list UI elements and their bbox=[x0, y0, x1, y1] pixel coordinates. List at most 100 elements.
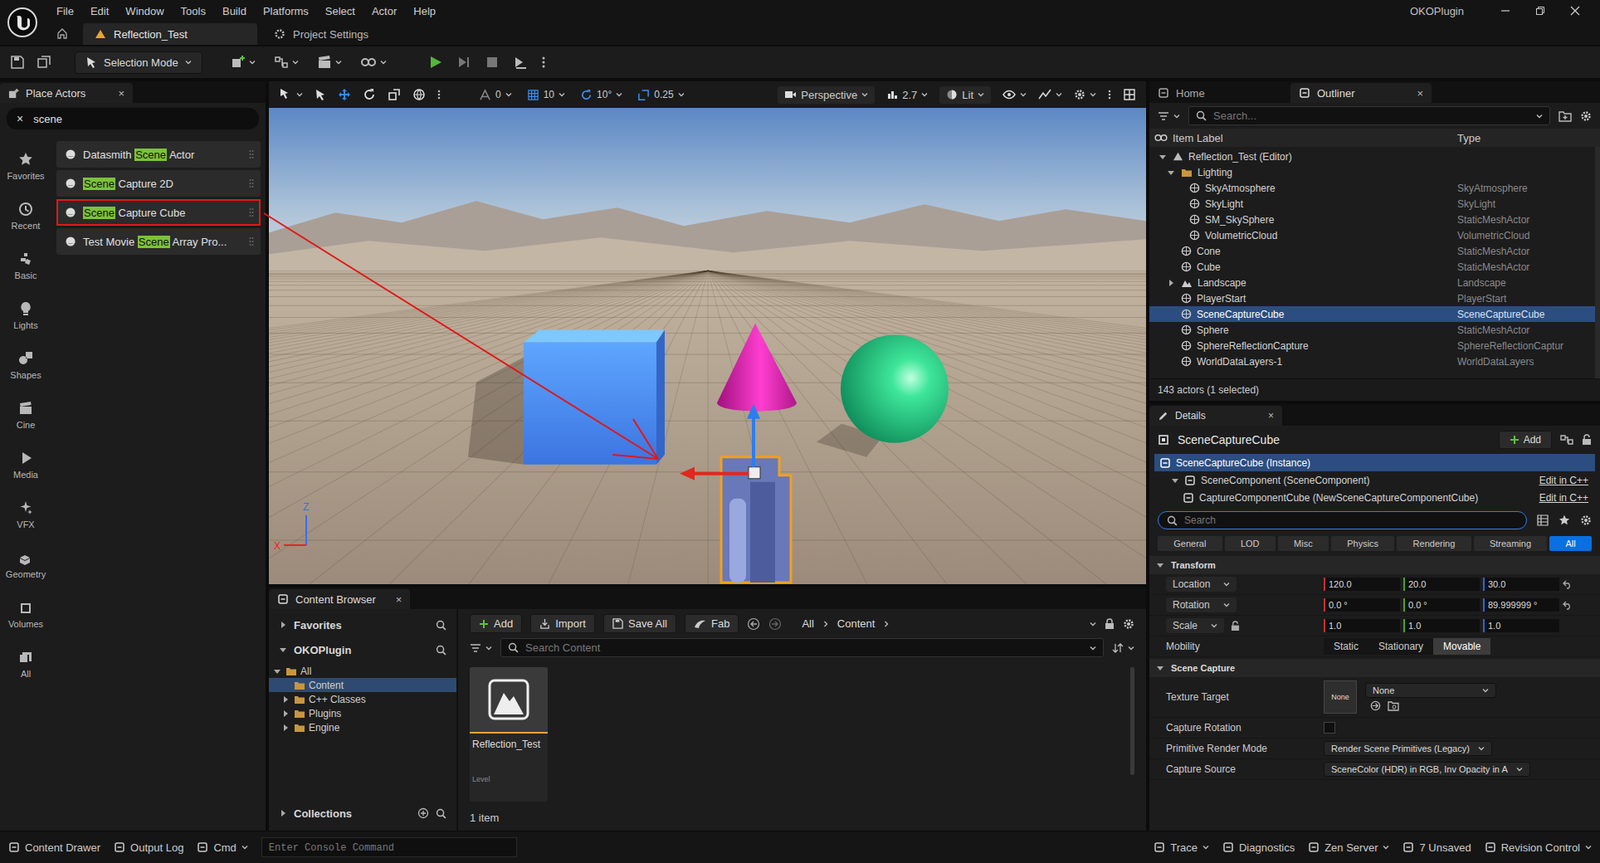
column-header[interactable]: Item Label bbox=[1172, 131, 1224, 145]
collapsed-arrow-icon[interactable] bbox=[278, 620, 288, 630]
category-item[interactable]: Recent bbox=[11, 190, 41, 241]
drag-handle-icon[interactable] bbox=[248, 235, 254, 248]
outliner-row[interactable]: SkyAtmosphere SkyAtmosphere bbox=[1149, 180, 1596, 196]
add-actor-icon[interactable] bbox=[230, 54, 246, 70]
reset-icon[interactable] bbox=[1562, 600, 1573, 610]
menu-item[interactable]: Edit bbox=[82, 2, 118, 20]
more-icon[interactable] bbox=[541, 54, 547, 70]
drag-handle-icon[interactable] bbox=[248, 206, 254, 219]
number-field[interactable]: 20.0 bbox=[1403, 577, 1480, 591]
visibility-icon[interactable] bbox=[1154, 133, 1168, 142]
clear-search-button[interactable]: × bbox=[16, 112, 24, 126]
filter-tab[interactable]: Physics bbox=[1331, 536, 1395, 552]
close-button[interactable]: × bbox=[1254, 409, 1274, 422]
category-item[interactable]: Cine bbox=[16, 390, 36, 440]
add-button[interactable]: Add bbox=[469, 614, 522, 634]
menu-item[interactable]: Build bbox=[214, 2, 255, 20]
browse-icon[interactable] bbox=[36, 54, 52, 70]
status-item[interactable]: Output Log bbox=[113, 841, 184, 854]
checkbox[interactable] bbox=[1323, 721, 1336, 734]
status-item[interactable]: Revision Control bbox=[1484, 841, 1592, 854]
expanded-arrow-icon[interactable] bbox=[1156, 663, 1165, 673]
number-field[interactable]: 1.0 bbox=[1482, 619, 1560, 633]
folder-tree-item[interactable]: All bbox=[268, 663, 457, 679]
browse-asset-icon[interactable] bbox=[1387, 700, 1400, 712]
section-header[interactable]: Transform bbox=[1149, 556, 1600, 575]
sphere[interactable] bbox=[840, 334, 949, 443]
outliner-row[interactable]: SphereReflectionCapture SphereReflection… bbox=[1149, 337, 1596, 354]
forward-icon[interactable] bbox=[768, 617, 782, 631]
mobility-option[interactable]: Movable bbox=[1433, 638, 1491, 655]
number-field[interactable]: 89.999999 ° bbox=[1482, 598, 1560, 612]
scale-snap-toggle[interactable]: 0.25 bbox=[637, 88, 684, 102]
panel-tab[interactable]: Content Browser × bbox=[268, 589, 410, 610]
transform-space-dropdown[interactable]: Scale bbox=[1165, 618, 1225, 634]
component-row[interactable]: SceneComponent (SceneComponent) Edit in … bbox=[1154, 471, 1596, 489]
expanded-arrow-icon[interactable] bbox=[1170, 476, 1180, 485]
outliner-row[interactable]: WorldDataLayers-1 WorldDataLayers bbox=[1149, 353, 1596, 370]
world-icon[interactable] bbox=[412, 87, 426, 102]
cinematics-icon[interactable] bbox=[317, 54, 332, 70]
filter-icon[interactable] bbox=[1157, 111, 1170, 122]
cube[interactable] bbox=[523, 329, 665, 464]
expanded-arrow-icon[interactable] bbox=[273, 667, 282, 676]
close-button[interactable]: × bbox=[1403, 87, 1424, 100]
edit-in-cpp-link[interactable]: Edit in C++ bbox=[1539, 492, 1596, 504]
outliner-search-field[interactable]: Search... bbox=[1188, 106, 1551, 126]
scene-capture-actor[interactable] bbox=[721, 457, 791, 583]
close-icon[interactable] bbox=[1570, 5, 1581, 16]
collapsed-arrow-icon[interactable] bbox=[281, 723, 290, 732]
view-mode-dropdown[interactable]: Perspective bbox=[777, 86, 875, 104]
performance-dropdown[interactable] bbox=[1038, 88, 1063, 101]
collapsed-arrow-icon[interactable] bbox=[281, 709, 290, 718]
menu-item[interactable]: Select bbox=[317, 2, 364, 20]
filter-icon[interactable] bbox=[469, 643, 482, 654]
transform-tools-icon[interactable] bbox=[278, 87, 293, 102]
category-item[interactable]: Geometry bbox=[5, 539, 46, 590]
blueprint-icon[interactable] bbox=[1560, 434, 1574, 446]
more-icon[interactable] bbox=[437, 88, 441, 101]
folder-tree-item[interactable]: Plugins bbox=[268, 706, 457, 721]
expanded-arrow-icon[interactable] bbox=[1158, 152, 1167, 161]
selection-mode-dropdown[interactable]: Selection Mode bbox=[74, 51, 203, 74]
blueprint-icon[interactable] bbox=[273, 54, 289, 70]
step-icon[interactable] bbox=[456, 54, 472, 70]
details-search-field[interactable]: Search bbox=[1157, 511, 1527, 530]
actor-result[interactable]: Test Movie Scene Array Pro... bbox=[56, 228, 261, 255]
texture-dropdown[interactable]: None bbox=[1365, 682, 1497, 698]
number-field[interactable]: 30.0 bbox=[1482, 577, 1560, 591]
collapsed-arrow-icon[interactable] bbox=[281, 695, 290, 704]
outliner-row[interactable]: PlayerStart PlayerStart bbox=[1149, 290, 1596, 307]
collapsed-arrow-icon[interactable] bbox=[278, 809, 288, 818]
collections-section[interactable]: Collections bbox=[268, 800, 457, 826]
surface-snap-toggle[interactable]: 0 bbox=[478, 88, 513, 102]
panel-tab[interactable]: Details × bbox=[1149, 405, 1283, 426]
actor-result[interactable]: Scene Capture 2D bbox=[56, 170, 261, 197]
home-icon[interactable] bbox=[56, 27, 69, 40]
save-button[interactable]: Save All bbox=[603, 614, 677, 634]
add-component-button[interactable]: Add bbox=[1498, 430, 1552, 449]
panel-tab[interactable]: Home bbox=[1149, 82, 1291, 103]
outliner-row[interactable]: Cone StaticMeshActor bbox=[1149, 243, 1596, 259]
status-item[interactable]: Zen Server bbox=[1307, 841, 1390, 854]
component-row[interactable]: SceneCaptureCube (Instance) bbox=[1154, 453, 1596, 472]
outliner-row[interactable]: SkyLight SkyLight bbox=[1149, 195, 1596, 212]
panel-tab[interactable]: Outliner × bbox=[1290, 82, 1432, 103]
rotate-icon[interactable] bbox=[362, 87, 376, 102]
gear-icon[interactable] bbox=[1073, 88, 1086, 101]
menu-item[interactable]: Platforms bbox=[254, 2, 318, 20]
folder-tree-item[interactable]: Content bbox=[268, 678, 457, 693]
outliner-row[interactable]: Sphere StaticMeshActor bbox=[1149, 321, 1596, 338]
menu-item[interactable]: Actor bbox=[363, 2, 405, 20]
favorites-section[interactable]: Favorites bbox=[268, 612, 457, 638]
category-item[interactable]: VFX bbox=[16, 489, 35, 540]
actor-result[interactable]: Scene Capture Cube bbox=[56, 199, 261, 226]
menu-item[interactable]: Tools bbox=[172, 2, 215, 20]
status-item[interactable]: Cmd bbox=[196, 841, 248, 854]
expanded-arrow-icon[interactable] bbox=[1156, 560, 1165, 570]
menu-item[interactable]: Window bbox=[117, 2, 172, 20]
menu-item[interactable]: Help bbox=[404, 2, 444, 20]
expanded-arrow-icon[interactable] bbox=[1166, 168, 1176, 177]
scale-icon[interactable] bbox=[387, 87, 401, 102]
layout-icon[interactable] bbox=[1122, 87, 1137, 102]
